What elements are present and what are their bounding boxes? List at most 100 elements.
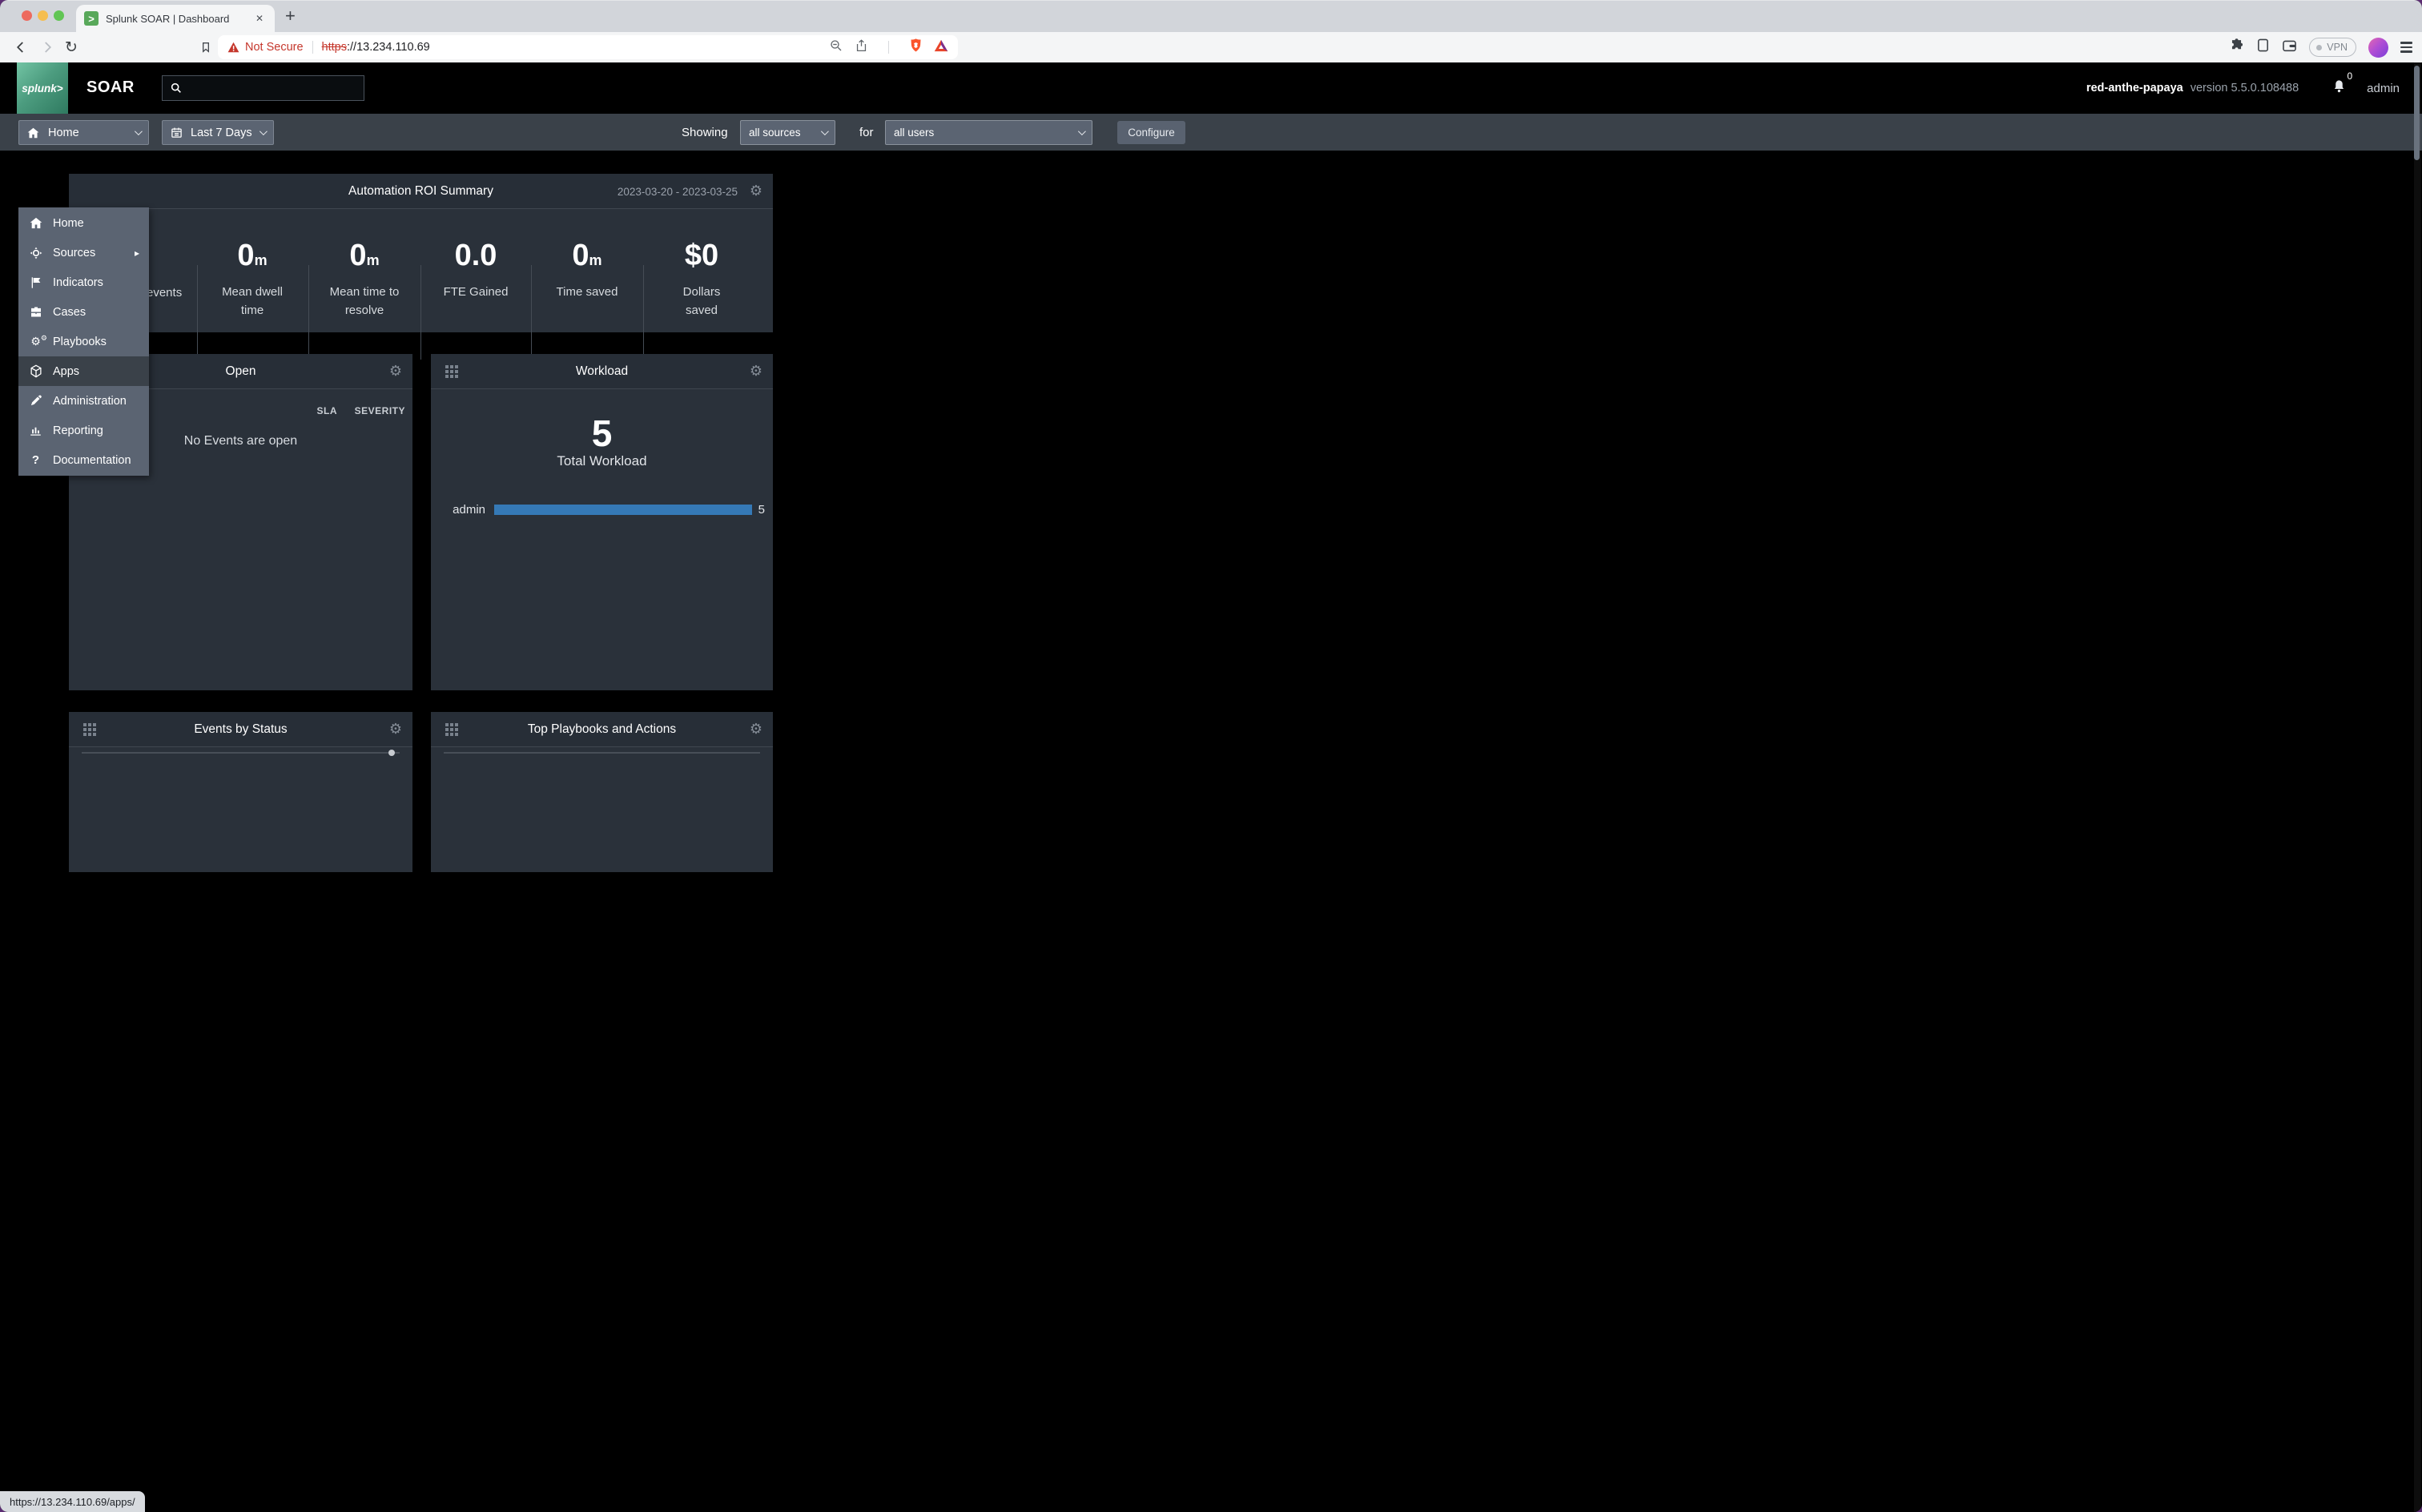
bar-chart-icon (28, 424, 43, 436)
tab-strip: > Splunk SOAR | Dashboard ✕ + (0, 0, 2422, 32)
home-dropdown-menu: Home Sources ▸ Indicators Cases ⚙⚙ Playb… (18, 207, 149, 476)
close-tab-icon[interactable]: ✕ (252, 11, 267, 26)
date-range-button[interactable]: Last 7 Days (162, 120, 274, 145)
submenu-arrow-icon: ▸ (135, 247, 139, 259)
extensions-puzzle-icon[interactable] (2229, 38, 2244, 57)
nav-current-label: Home (48, 127, 79, 139)
stat-time-saved: 0m Time saved (557, 239, 618, 301)
minimize-window-button[interactable] (38, 10, 48, 21)
splunk-favicon-icon: > (84, 11, 99, 26)
zoom-out-icon[interactable] (829, 38, 843, 57)
status-bar-link: https://13.234.110.69/apps/ (0, 1491, 145, 1512)
brave-shield-icon[interactable] (909, 38, 923, 57)
menu-item-apps[interactable]: Apps (18, 356, 149, 386)
chevron-down-icon (821, 127, 829, 135)
reload-icon[interactable]: ↻ (62, 38, 80, 56)
home-icon (27, 127, 39, 139)
notifications-button[interactable]: 0 (2332, 78, 2346, 98)
share-icon[interactable] (855, 38, 868, 57)
column-header-severity[interactable]: SEVERITY (355, 405, 405, 416)
bar-category-label: admin (444, 503, 485, 517)
column-header-sla[interactable]: SLA (317, 405, 338, 416)
menu-item-documentation[interactable]: ? Documentation (18, 445, 149, 475)
menu-item-cases[interactable]: Cases (18, 297, 149, 327)
menu-item-reporting[interactable]: Reporting (18, 416, 149, 445)
nav-dropdown-button[interactable]: Home (18, 120, 149, 145)
splunk-logo[interactable]: splunk> (17, 62, 68, 114)
stat-mean-resolve: 0m Mean time toresolve (330, 239, 400, 320)
chevron-down-icon (260, 127, 268, 135)
panel-title: Workload (431, 364, 773, 379)
bat-rewards-icon[interactable] (934, 39, 948, 56)
menu-item-label: Cases (53, 306, 86, 319)
gears-icon: ⚙⚙ (28, 336, 43, 348)
sidebar-icon[interactable] (2256, 38, 2270, 57)
users-value: all users (894, 127, 934, 139)
url-divider (312, 41, 313, 54)
menu-item-indicators[interactable]: Indicators (18, 267, 149, 297)
browser-menu-icon[interactable] (2400, 42, 2412, 52)
workload-bar[interactable] (494, 505, 752, 515)
browser-tab[interactable]: > Splunk SOAR | Dashboard ✕ (76, 5, 275, 32)
users-select[interactable]: all users (885, 120, 1092, 145)
profile-avatar[interactable] (2368, 38, 2388, 58)
stat-dollars-saved: $0 Dollars saved (666, 239, 738, 320)
total-workload-value: 5 (431, 412, 773, 455)
menu-item-label: Indicators (53, 276, 103, 289)
product-name: SOAR (86, 78, 135, 97)
url-field[interactable]: Not Secure https ://13.234.110.69 (218, 35, 958, 59)
pencil-icon (28, 395, 43, 407)
cube-icon (28, 364, 43, 378)
gear-icon[interactable]: ⚙ (389, 364, 402, 380)
menu-item-label: Playbooks (53, 336, 107, 348)
menu-item-sources[interactable]: Sources ▸ (18, 238, 149, 267)
warning-triangle-icon (227, 42, 239, 53)
flag-icon (28, 276, 43, 289)
user-menu[interactable]: admin (2367, 82, 2400, 95)
configure-button[interactable]: Configure (1117, 121, 1185, 144)
gear-icon[interactable]: ⚙ (750, 364, 762, 380)
sources-value: all sources (749, 127, 801, 139)
gear-icon[interactable]: ⚙ (750, 183, 762, 199)
page-scrollbar-thumb[interactable] (2414, 66, 2420, 160)
menu-item-home[interactable]: Home (18, 208, 149, 238)
panel-divider (444, 752, 760, 754)
wallet-icon[interactable] (2282, 38, 2297, 57)
panel-title: Top Playbooks and Actions (431, 722, 773, 737)
events-stat-label: events (147, 286, 182, 300)
target-icon (28, 247, 43, 259)
global-search-input[interactable] (162, 75, 364, 101)
page-scrollbar-track[interactable] (2414, 62, 2421, 1512)
version-label: version 5.5.0.108488 (2191, 82, 2299, 94)
panel-scrollbar[interactable] (82, 752, 400, 754)
stat-fte-gained: 0.0 FTE Gained (444, 239, 509, 301)
vpn-label: VPN (2327, 42, 2348, 53)
menu-item-label: Documentation (53, 454, 131, 467)
workload-bar-row: admin 5 (444, 503, 765, 517)
chevron-down-icon (1078, 127, 1086, 135)
new-tab-button[interactable]: + (285, 6, 296, 26)
gear-icon[interactable]: ⚙ (750, 722, 762, 738)
forward-icon[interactable] (38, 38, 56, 56)
url-scheme: https (322, 41, 347, 54)
tab-title: Splunk SOAR | Dashboard (106, 13, 252, 25)
sources-select[interactable]: all sources (740, 120, 835, 145)
menu-item-label: Reporting (53, 424, 103, 437)
not-secure-label: Not Secure (245, 41, 304, 54)
soar-app: splunk> SOAR red-anthe-papaya version 5.… (0, 62, 2422, 1512)
bookmark-icon[interactable] (197, 38, 215, 56)
vpn-button[interactable]: VPN (2309, 38, 2356, 57)
roi-summary-panel: Automation ROI Summary 2023-03-20 - 2023… (69, 174, 773, 332)
events-by-status-panel: Events by Status ⚙ (69, 712, 412, 872)
home-icon (28, 217, 43, 229)
zoom-window-button[interactable] (54, 10, 64, 21)
roi-date-range: 2023-03-20 - 2023-03-25 (618, 186, 738, 198)
close-window-button[interactable] (22, 10, 32, 21)
instance-name: red-anthe-papaya (2086, 82, 2183, 94)
menu-item-administration[interactable]: Administration (18, 386, 149, 416)
address-bar: ↻ Not Secure https ://13.234.110.69 (0, 32, 2422, 62)
question-icon: ? (28, 453, 43, 467)
gear-icon[interactable]: ⚙ (389, 722, 402, 738)
back-icon[interactable] (12, 38, 30, 56)
menu-item-playbooks[interactable]: ⚙⚙ Playbooks (18, 327, 149, 356)
